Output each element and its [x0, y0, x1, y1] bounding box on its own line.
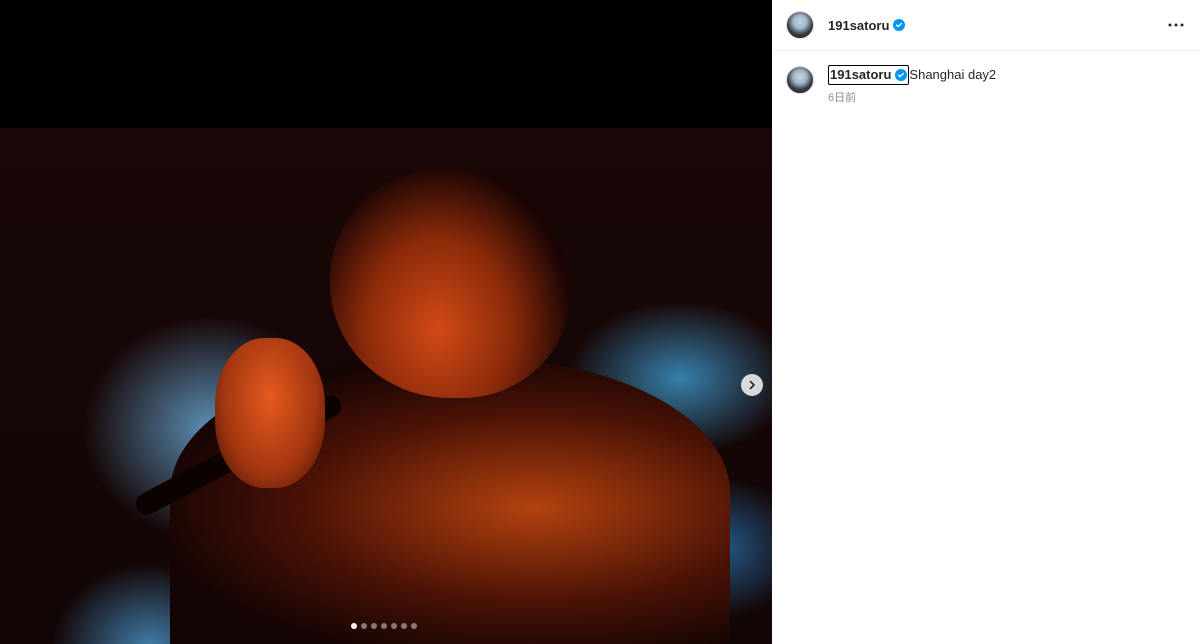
caption-username: 191satoru [830, 67, 892, 82]
header-username[interactable]: 191satoru [828, 18, 889, 33]
verified-badge-icon [895, 69, 908, 81]
caption-username-link[interactable]: 191satoru [828, 65, 910, 85]
avatar[interactable] [786, 11, 814, 39]
carousel-dot [401, 623, 407, 629]
photo-hand [215, 338, 325, 488]
carousel-dot [381, 623, 387, 629]
carousel-indicator [0, 623, 770, 629]
caption-avatar[interactable] [786, 66, 814, 94]
carousel-dot [371, 623, 377, 629]
more-options-button[interactable] [1166, 15, 1186, 35]
caption-line: 191satoru Shanghai day2 [828, 65, 996, 85]
post-side-panel: 191satoru 191satoru Shanghai day2 6日前 [772, 0, 1200, 644]
verified-badge-icon [893, 19, 906, 31]
chevron-right-icon [749, 380, 755, 390]
carousel-dot [391, 623, 397, 629]
post-photo [0, 128, 772, 644]
carousel-next-button[interactable] [741, 374, 763, 396]
post-timestamp[interactable]: 6日前 [828, 89, 996, 105]
caption-comment: 191satoru Shanghai day2 6日前 [772, 51, 1200, 105]
carousel-dot [351, 623, 357, 629]
post-media [0, 0, 772, 644]
caption-body: 191satoru Shanghai day2 6日前 [828, 65, 996, 105]
post-header: 191satoru [772, 0, 1200, 51]
photo-singer-head [330, 168, 570, 398]
carousel-dot [361, 623, 367, 629]
more-options-icon [1168, 23, 1184, 27]
caption-text: Shanghai day2 [909, 67, 997, 82]
carousel-dot [411, 623, 417, 629]
